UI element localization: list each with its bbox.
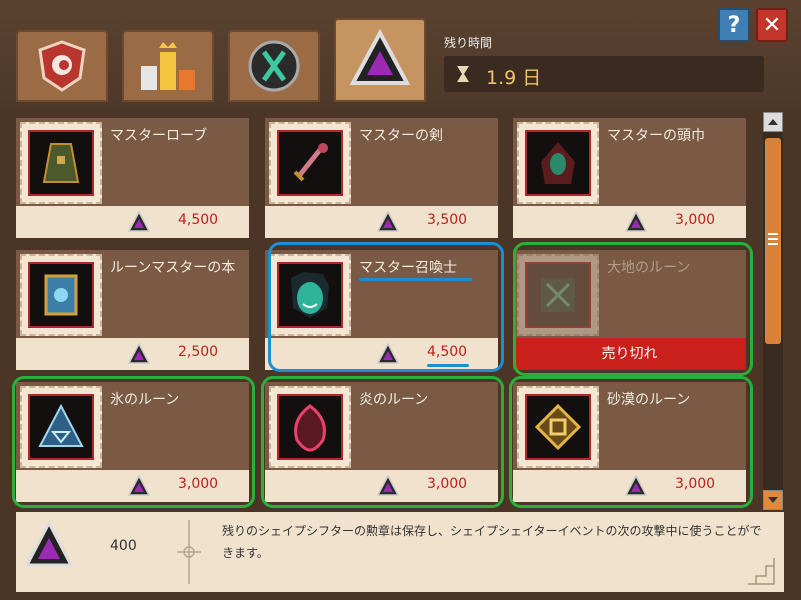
help-button[interactable]: ? [718,8,750,42]
item-price: 2,500 [178,344,219,360]
triangle-gem-icon [128,211,150,232]
triangle-gem-icon [128,343,150,364]
grip-icon [768,233,778,245]
highlight-underline-name [359,278,472,281]
item-price: 3,500 [427,212,468,228]
triangle-gem-icon [349,29,411,85]
currency-description: 残りのシェイプシフターの勲章は保存し、シェイプシェイターイベントの次の攻撃中に使… [222,524,762,560]
highlight-ice-rune [12,376,255,508]
divider-ornament-icon [177,520,201,584]
triangle-gem-icon [377,211,399,232]
tab-shapeshifter-shop[interactable] [334,18,426,102]
header-bar: 残り時間 1.9 日 ? ✕ [0,0,801,108]
robe-icon [42,143,80,183]
shop-item-master-sword[interactable]: マスターの剣 3,500 [265,118,498,238]
triangle-gem-icon [625,211,647,232]
highlight-fire-rune [261,376,504,508]
shop-item-master-hood[interactable]: マスターの頭巾 3,000 [513,118,746,238]
timer-label: 残り時間 [444,36,493,50]
sword-icon [293,143,328,182]
scrollbar[interactable] [763,112,783,510]
item-name: マスターローブ [110,128,208,144]
currency-count: 400 [110,538,137,554]
shop-item-master-robe[interactable]: マスターローブ 4,500 [16,118,249,238]
highlight-desert-rune [509,376,753,508]
highlight-underline-price [427,364,469,367]
arrow-down-icon [768,497,778,503]
tab-shield[interactable] [16,30,108,102]
timer-box: 1.9 日 [444,56,764,92]
corner-ornament-icon [748,558,775,585]
shop-grid: マスターローブ 4,500 マスターの剣 3,500 マスターの頭巾 3,000… [12,118,756,510]
book-icon [44,274,78,316]
item-price: 3,000 [675,212,716,228]
hourglass-icon [457,66,469,82]
hood-icon [541,142,575,184]
highlight-earth-rune [513,242,753,376]
shop-item-rune-master-book[interactable]: ルーンマスターの本 2,500 [16,250,249,370]
item-name: マスターの剣 [359,128,443,144]
item-name: マスターの頭巾 [607,128,705,144]
highlight-selected-item [268,242,504,372]
rune-emblem-icon [248,40,300,92]
close-button[interactable]: ✕ [756,8,788,42]
scroll-down-button[interactable] [763,490,783,510]
scroll-up-button[interactable] [763,112,783,132]
item-price: 4,500 [178,212,219,228]
triangle-gem-icon [24,520,74,567]
shop-window: 残り時間 1.9 日 ? ✕ マスターローブ 4,500 マスターの剣 3,50… [0,0,801,600]
scroll-thumb[interactable] [765,138,781,344]
arrow-up-icon [768,119,778,125]
tab-rune[interactable] [228,30,320,102]
timer-value: 1.9 日 [486,67,542,89]
leaderboard-icon [141,42,195,90]
tab-leaderboard[interactable] [122,30,214,102]
currency-info-panel: 400 残りのシェイプシフターの勲章は保存し、シェイプシェイターイベントの次の攻… [16,512,784,592]
item-name: ルーンマスターの本 [110,260,236,276]
shield-icon [38,40,86,92]
